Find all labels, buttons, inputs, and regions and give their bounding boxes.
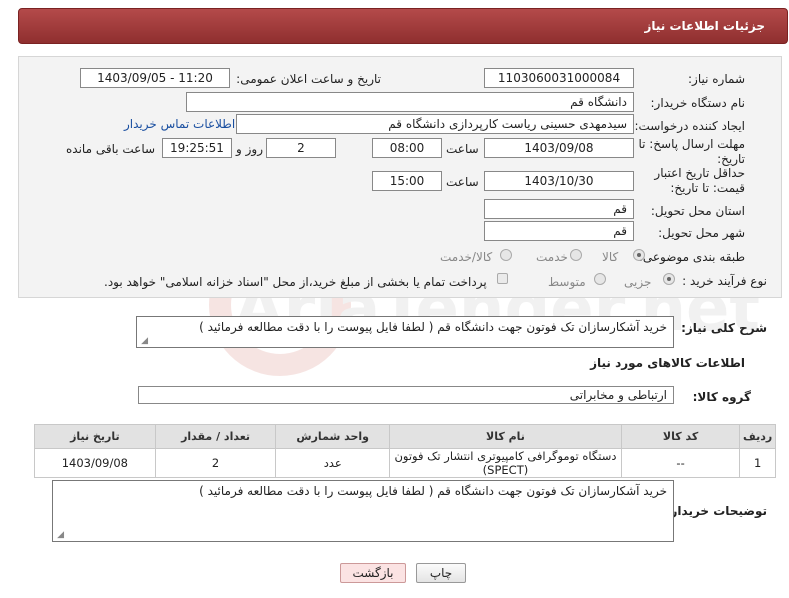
col-date: تاریخ نیاز [34,424,156,449]
cell-row: 1 [739,448,776,478]
category-radio-goods-service[interactable] [500,249,512,261]
process-option-medium: متوسط [548,275,586,289]
category-option-goods: کالا [602,250,619,264]
category-radio-goods[interactable] [633,249,645,261]
print-button[interactable]: چاپ [416,563,466,583]
goods-table-header: ردیف کد کالا نام کالا واحد شمارش تعداد /… [34,424,776,449]
process-radio-medium[interactable] [594,273,606,285]
cell-unit: عدد [275,448,390,478]
col-code: کد کالا [620,424,741,449]
deadline-time-label: ساعت [446,142,479,156]
buyer-contact-link[interactable]: اطلاعات تماس خریدار [124,117,235,131]
goods-table: ردیف کد کالا نام کالا واحد شمارش تعداد /… [34,424,776,478]
requester-field[interactable]: سیدمهدی حسینی ریاست کارپردازی دانشگاه قم [236,114,634,134]
goods-section-title: اطلاعات کالاهای مورد نیاز [590,356,745,370]
category-option-goods-service: کالا/خدمت [440,250,493,264]
announce-label: تاریخ و ساعت اعلان عمومی: [236,72,381,86]
buyer-org-field[interactable]: دانشگاه قم [186,92,634,112]
requester-label: ایجاد کننده درخواست: [634,119,745,133]
buyer-notes-text: خرید آشکارسازان تک فوتون جهت دانشگاه قم … [199,484,667,498]
validity-date-field[interactable]: 1403/10/30 [484,171,634,191]
city-label: شهر محل تحویل: [658,226,745,240]
process-label: نوع فرآیند خرید : [682,274,767,288]
province-field[interactable]: قم [484,199,634,219]
city-field[interactable]: قم [484,221,634,241]
province-label: استان محل تحویل: [650,204,745,218]
category-label: طبقه بندی موضوعی: [638,250,745,264]
category-radio-service[interactable] [570,249,582,261]
days-label: روز و [236,142,263,156]
need-number-field[interactable]: 1103060031000084 [484,68,634,88]
col-qty: تعداد / مقدار [154,424,277,449]
table-row: 1 -- دستگاه توموگرافی کامپیوتری انتشار ت… [34,448,776,478]
process-radio-minor[interactable] [663,273,675,285]
col-name: نام کالا [389,424,622,449]
description-text: خرید آشکارسازان تک فوتون جهت دانشگاه قم … [199,320,667,334]
cell-qty: 2 [154,448,277,478]
announce-field[interactable]: 1403/09/05 - 11:20 [80,68,230,88]
process-option-minor: جزیی [624,275,652,289]
col-unit: واحد شمارش [275,424,390,449]
buyer-org-label: نام دستگاه خریدار: [650,96,746,110]
validity-time-field[interactable]: 15:00 [372,171,442,191]
cell-name: دستگاه توموگرافی کامپیوتری انتشار تک فوت… [389,448,622,478]
description-label: شرح کلی نیاز: [681,321,767,335]
buyer-notes-label: توضیحات خریدار: [665,504,767,518]
validity-label: حداقل تاریخ اعتبار قیمت: تا تاریخ: [654,166,745,195]
remaining-time-field[interactable]: 19:25:51 [162,138,232,158]
category-option-service: خدمت [536,250,568,264]
deadline-time-field[interactable]: 08:00 [372,138,442,158]
need-number-label: شماره نیاز: [688,72,745,86]
treasury-payment-note: پرداخت تمام یا بخشی از مبلغ خرید،از محل … [104,275,487,289]
description-textarea[interactable]: خرید آشکارسازان تک فوتون جهت دانشگاه قم … [136,316,674,348]
page-header: جزئیات اطلاعات نیاز [18,8,788,44]
back-button[interactable]: بازگشت [340,563,406,583]
treasury-payment-checkbox[interactable] [497,273,508,284]
days-field[interactable]: 2 [266,138,336,158]
col-row: ردیف [739,424,776,449]
cell-code: -- [620,448,741,478]
goods-group-label: گروه کالا: [692,390,751,404]
goods-group-field[interactable]: ارتباطی و مخابراتی [138,386,674,404]
remaining-label: ساعت باقی مانده [66,142,156,156]
deadline-date-field[interactable]: 1403/09/08 [484,138,634,158]
resize-handle-icon[interactable]: ◢ [56,531,64,540]
cell-date: 1403/09/08 [34,448,156,478]
page-title: جزئیات اطلاعات نیاز [644,19,765,33]
resize-handle-icon[interactable]: ◢ [140,337,148,346]
deadline-label: مهلت ارسال پاسخ: تا تاریخ: [638,137,745,166]
buyer-notes-textarea[interactable]: خرید آشکارسازان تک فوتون جهت دانشگاه قم … [52,480,674,542]
validity-time-label: ساعت [446,175,479,189]
